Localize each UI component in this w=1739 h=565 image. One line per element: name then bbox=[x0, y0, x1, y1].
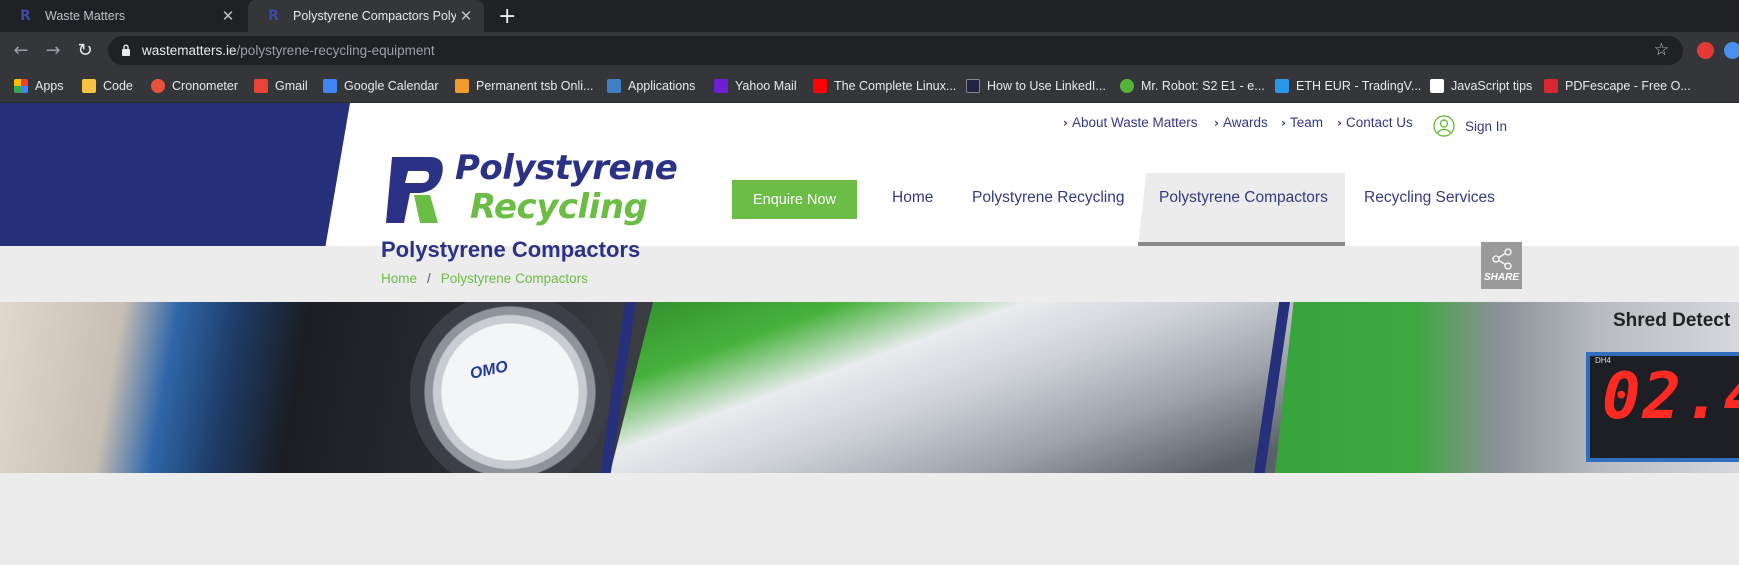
top-links: › About Waste Matters › Awards › Team › Cont… bbox=[0, 115, 1739, 137]
top-link-contact[interactable]: › Contact Us bbox=[1337, 115, 1413, 130]
bookmark-yahoo-mail[interactable]: Yahoo Mail bbox=[714, 69, 797, 103]
pdf-icon bbox=[1544, 79, 1558, 93]
site-favicon-icon: R bbox=[268, 8, 279, 24]
bookmark-linux-course[interactable]: The Complete Linux... bbox=[813, 69, 956, 103]
extension-icon[interactable] bbox=[1697, 42, 1714, 59]
bookmarks-bar: Apps Code Cronometer Gmail Google Calend… bbox=[0, 69, 1739, 103]
logo-text-polystyrene[interactable]: Polystyrene bbox=[455, 148, 678, 188]
lock-icon bbox=[122, 44, 130, 56]
browser-tabstrip: R Waste Matters ✕ R Polystyrene Compacto… bbox=[0, 0, 1739, 32]
bookmark-permanent-tsb[interactable]: Permanent tsb Onli... bbox=[455, 69, 593, 103]
bookmark-applications[interactable]: Applications bbox=[607, 69, 695, 103]
chevron-right-icon: › bbox=[1281, 115, 1286, 130]
close-icon[interactable]: ✕ bbox=[218, 7, 238, 25]
cronometer-icon bbox=[151, 79, 165, 93]
tab-title: Waste Matters bbox=[45, 9, 126, 23]
reload-icon[interactable]: ↻ bbox=[74, 40, 96, 62]
bookmark-code[interactable]: Code bbox=[82, 69, 133, 103]
gmail-icon bbox=[254, 79, 268, 93]
breadcrumb-current: Polystyrene Compactors bbox=[440, 271, 588, 286]
bookmark-apps[interactable]: Apps bbox=[14, 69, 64, 103]
site-header: Polystyrene Recycling › About Waste Matte… bbox=[0, 103, 1739, 246]
user-icon bbox=[1433, 115, 1455, 137]
site-icon bbox=[966, 79, 980, 93]
address-bar[interactable]: wastematters.ie/polystyrene-recycling-eq… bbox=[108, 36, 1683, 65]
back-arrow-icon[interactable]: ← bbox=[10, 40, 32, 62]
nav-home[interactable]: Home bbox=[892, 173, 933, 223]
share-label: SHARE bbox=[1483, 272, 1519, 283]
bookmark-google-calendar[interactable]: Google Calendar bbox=[323, 69, 439, 103]
folder-icon bbox=[82, 79, 96, 93]
nav-polystyrene-compactors[interactable]: Polystyrene Compactors bbox=[1159, 173, 1328, 223]
bookmark-linkedin-howto[interactable]: How to Use LinkedI... bbox=[966, 69, 1106, 103]
hero-banner: OMO Shred Detect DH4 02.4 bbox=[0, 302, 1739, 473]
shield-icon bbox=[607, 79, 621, 93]
top-link-team[interactable]: › Team bbox=[1281, 115, 1323, 130]
yahoo-mail-icon bbox=[714, 79, 728, 93]
pressure-gauge bbox=[410, 302, 610, 473]
breadcrumb-home[interactable]: Home bbox=[381, 271, 417, 286]
site-favicon-icon: R bbox=[20, 8, 31, 24]
browser-tab[interactable]: R Waste Matters ✕ bbox=[0, 0, 246, 32]
forward-arrow-icon[interactable]: → bbox=[42, 40, 64, 62]
browser-toolbar: ← → ↻ wastematters.ie/polystyrene-recycl… bbox=[0, 32, 1739, 69]
share-icon bbox=[1491, 248, 1512, 270]
calendar-icon bbox=[323, 79, 337, 93]
bookmark-cronometer[interactable]: Cronometer bbox=[151, 69, 238, 103]
hero-image-conveyor bbox=[610, 302, 1330, 473]
bookmark-star-icon[interactable]: ☆ bbox=[1654, 40, 1669, 60]
bookmark-mr-robot[interactable]: Mr. Robot: S2 E1 - e... bbox=[1120, 69, 1265, 103]
share-button[interactable]: SHARE bbox=[1481, 242, 1522, 289]
sign-in-link[interactable]: Sign In bbox=[1433, 115, 1507, 137]
chevron-right-icon: › bbox=[1337, 115, 1342, 130]
chart-icon bbox=[1275, 79, 1289, 93]
top-link-about[interactable]: › About Waste Matters bbox=[1063, 115, 1198, 130]
bookmark-javascript-tips[interactable]: JavaScript tips bbox=[1430, 69, 1532, 103]
close-icon[interactable]: ✕ bbox=[456, 7, 476, 25]
apps-grid-icon bbox=[14, 79, 28, 93]
breadcrumb: Home / Polystyrene Compactors bbox=[381, 271, 588, 286]
tab-title: Polystyrene Compactors Polystyr bbox=[293, 9, 456, 23]
website: Polystyrene Recycling › About Waste Matte… bbox=[0, 103, 1739, 565]
new-tab-icon[interactable]: + bbox=[498, 4, 516, 29]
bookmark-gmail[interactable]: Gmail bbox=[254, 69, 308, 103]
display-reading: 02.4 bbox=[1602, 360, 1739, 434]
logo-text-recycling[interactable]: Recycling bbox=[470, 187, 648, 227]
shred-detect-label: Shred Detect bbox=[1613, 310, 1731, 331]
extension-icon[interactable] bbox=[1724, 42, 1739, 59]
play-icon bbox=[1120, 79, 1134, 93]
nav-recycling-services[interactable]: Recycling Services bbox=[1364, 173, 1495, 223]
nav-polystyrene-recycling[interactable]: Polystyrene Recycling bbox=[972, 173, 1124, 223]
bookmark-tradingview[interactable]: ETH EUR - TradingV... bbox=[1275, 69, 1421, 103]
browser-tab-active[interactable]: R Polystyrene Compactors Polystyr ✕ bbox=[248, 0, 484, 32]
nav-active-indicator bbox=[1138, 242, 1345, 246]
logo-r-icon[interactable] bbox=[380, 155, 448, 227]
page-title: Polystyrene Compactors bbox=[381, 237, 641, 262]
chevron-right-icon: › bbox=[1214, 115, 1219, 130]
youtube-icon bbox=[813, 79, 827, 93]
notion-icon bbox=[1430, 79, 1444, 93]
bookmark-pdfescape[interactable]: PDFescape - Free O... bbox=[1544, 69, 1691, 103]
enquire-now-button[interactable]: Enquire Now bbox=[732, 180, 857, 219]
top-link-awards[interactable]: › Awards bbox=[1214, 115, 1268, 130]
bank-icon bbox=[455, 79, 469, 93]
breadcrumb-separator: / bbox=[427, 271, 431, 286]
url-text: wastematters.ie/polystyrene-recycling-eq… bbox=[142, 43, 435, 58]
chevron-right-icon: › bbox=[1063, 115, 1068, 130]
